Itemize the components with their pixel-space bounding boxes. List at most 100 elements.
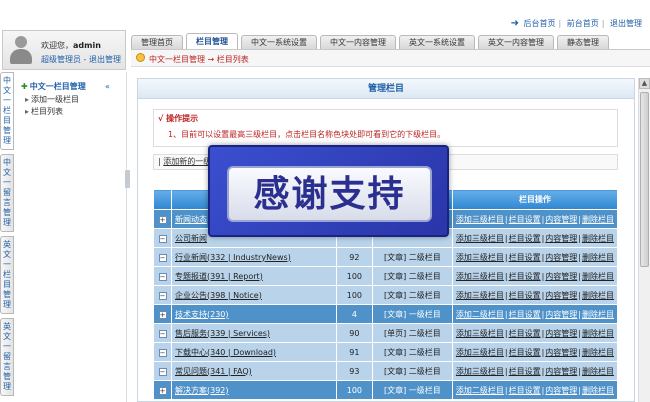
row-op-link[interactable]: 删除栏目 [582,253,614,262]
row-op-link[interactable]: 内容管理 [545,386,577,395]
minus-box-icon[interactable]: − [158,234,167,243]
row-op-link[interactable]: 添加二级栏目 [456,310,504,319]
tab-static-manage[interactable]: 静态管理 [557,35,609,49]
row-op-link[interactable]: 添加三级栏目 [456,234,504,243]
row-op-link[interactable]: 栏目设置 [509,272,541,281]
row-toggle[interactable]: − [153,266,172,286]
row-op-link[interactable]: 删除栏目 [582,386,614,395]
row-op-link[interactable]: 内容管理 [545,348,577,357]
row-op-link[interactable]: 删除栏目 [582,348,614,357]
row-op-link[interactable]: 栏目设置 [509,253,541,262]
row-op-link[interactable]: 添加三级栏目 [456,215,504,224]
row-op-link[interactable]: 添加三级栏目 [456,367,504,376]
row-toggle[interactable]: − [153,323,172,343]
minus-box-icon[interactable]: − [158,291,167,300]
row-name-link[interactable]: 技术支持(230) [175,310,229,319]
row-name-link[interactable]: 常见问题(341 | FAQ) [175,367,252,376]
row-name[interactable]: 常见问题(341 | FAQ) [171,361,337,381]
row-name[interactable]: 企业公告(398 | Notice) [171,285,337,305]
row-toggle[interactable]: − [153,228,172,248]
tab-en-content-manage[interactable]: 英文一内容管理 [478,35,554,49]
row-toggle[interactable]: − [153,285,172,305]
row-name-link[interactable]: 售后服务(339 | Services) [175,329,270,338]
row-name-link[interactable]: 公司新闻 [175,234,207,243]
minus-box-icon[interactable]: − [158,348,167,357]
row-op-link[interactable]: 删除栏目 [582,367,614,376]
row-op-link[interactable]: 删除栏目 [582,215,614,224]
vtab-cn-message-manage[interactable]: 中文一留言管理 [0,154,14,232]
scrollbar-thumb[interactable] [640,92,649,267]
row-op-link[interactable]: 栏目设置 [509,386,541,395]
minus-box-icon[interactable]: − [158,253,167,262]
row-name-link[interactable]: 专题报道(391 | Report) [175,272,263,281]
row-op-link[interactable]: 栏目设置 [509,348,541,357]
sidebar-item-column-list[interactable]: ▸ 栏目列表 [25,106,79,118]
vtab-en-column-manage[interactable]: 英文一栏目管理 [0,236,14,314]
plus-box-icon[interactable]: + [158,310,167,319]
row-op-link[interactable]: 内容管理 [545,234,577,243]
row-name-link[interactable]: 下载中心(340 | Download) [175,348,276,357]
scroll-up-icon[interactable]: ▲ [639,78,650,89]
link-logout[interactable]: 退出管理 [610,19,642,28]
minus-box-icon[interactable]: − [158,329,167,338]
row-toggle[interactable]: − [153,247,172,267]
row-op-link[interactable]: 删除栏目 [582,329,614,338]
row-toggle[interactable]: + [153,304,172,324]
user-logout-link[interactable]: 退出管理 [89,55,121,64]
row-toggle[interactable]: + [153,209,172,229]
vtab-en-message-manage[interactable]: 英文一留言管理 [0,318,14,396]
link-front-home[interactable]: 前台首页 [567,19,599,28]
row-op-link[interactable]: 添加三级栏目 [456,253,504,262]
plus-box-icon[interactable]: + [158,215,167,224]
tab-cn-system-settings[interactable]: 中文一系统设置 [241,35,317,49]
row-op-link[interactable]: 内容管理 [545,310,577,319]
row-toggle[interactable]: − [153,342,172,362]
tab-en-system-settings[interactable]: 英文一系统设置 [399,35,475,49]
row-op-link[interactable]: 添加二级栏目 [456,386,504,395]
row-op-link[interactable]: 栏目设置 [509,310,541,319]
plus-box-icon[interactable]: + [158,386,167,395]
tab-column-manage[interactable]: 栏目管理 [186,33,238,49]
row-op-link[interactable]: 内容管理 [545,272,577,281]
sidebar-splitter[interactable] [125,170,130,188]
row-name-link[interactable]: 行业新闻(332 | IndustryNews) [175,253,291,262]
row-op-link[interactable]: 添加三级栏目 [456,348,504,357]
row-name[interactable]: 解决方案(392) [171,380,337,400]
row-toggle[interactable]: + [153,380,172,400]
row-op-link[interactable]: 栏目设置 [509,234,541,243]
sidebar-item-add-column[interactable]: ▸ 添加一级栏目 [25,94,79,106]
row-name-link[interactable]: 解决方案(392) [175,386,229,395]
collapse-icon[interactable]: « [105,82,110,91]
row-op-link[interactable]: 栏目设置 [509,291,541,300]
link-admin-home[interactable]: 后台首页 [524,19,556,28]
row-name-link[interactable]: 企业公告(398 | Notice) [175,291,262,300]
sidebar-title[interactable]: ✚ 中文一栏目管理 [21,81,86,92]
row-name[interactable]: 售后服务(339 | Services) [171,323,337,343]
minus-box-icon[interactable]: − [158,272,167,281]
row-name[interactable]: 技术支持(230) [171,304,337,324]
minus-box-icon[interactable]: − [158,367,167,376]
tab-admin-home[interactable]: 管理首页 [131,35,183,49]
row-op-link[interactable]: 添加三级栏目 [456,291,504,300]
row-op-link[interactable]: 栏目设置 [509,367,541,376]
tab-cn-content-manage[interactable]: 中文一内容管理 [320,35,396,49]
row-op-link[interactable]: 内容管理 [545,329,577,338]
row-op-link[interactable]: 删除栏目 [582,234,614,243]
vtab-cn-column-manage[interactable]: 中文一栏目管理 [0,72,14,150]
row-op-link[interactable]: 内容管理 [545,215,577,224]
row-op-link[interactable]: 删除栏目 [582,310,614,319]
row-name[interactable]: 专题报道(391 | Report) [171,266,337,286]
row-op-link[interactable]: 内容管理 [545,253,577,262]
row-op-link[interactable]: 栏目设置 [509,329,541,338]
row-op-link[interactable]: 添加三级栏目 [456,329,504,338]
row-toggle[interactable]: − [153,361,172,381]
row-name-link[interactable]: 新闻动态 [175,215,207,224]
row-name[interactable]: 下载中心(340 | Download) [171,342,337,362]
add-top-column-link[interactable]: 添加新的一级 [163,157,211,166]
vertical-scrollbar[interactable]: ▲ [638,78,650,402]
row-op-link[interactable]: 删除栏目 [582,291,614,300]
row-op-link[interactable]: 栏目设置 [509,215,541,224]
row-op-link[interactable]: 内容管理 [545,367,577,376]
row-op-link[interactable]: 添加三级栏目 [456,272,504,281]
row-op-link[interactable]: 删除栏目 [582,272,614,281]
